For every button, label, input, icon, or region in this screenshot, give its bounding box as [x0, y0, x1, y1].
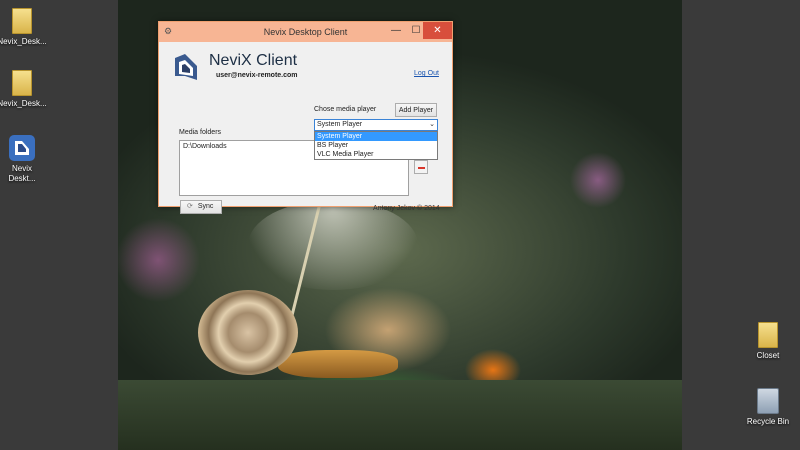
nevix-app-icon: [9, 135, 35, 161]
desktop-icon-nevix-app[interactable]: Nevix Deskt...: [0, 135, 54, 184]
player-option-vlc-media-player[interactable]: VLC Media Player: [315, 150, 437, 159]
desktop-icon-label: Nevix_Desk...: [0, 37, 47, 46]
window-titlebar[interactable]: ⚙ Nevix Desktop Client — ☐ ✕: [159, 22, 452, 42]
copyright-text: Antony Jekov © 2014: [373, 205, 440, 212]
chevron-down-icon: ⌄: [429, 121, 435, 128]
minimize-button[interactable]: —: [385, 22, 407, 39]
media-player-label: Chose media player: [314, 106, 377, 113]
folder-icon: [12, 8, 32, 34]
desktop-icon-label: Recycle Bin: [746, 417, 790, 426]
media-player-select[interactable]: System Player ⌄: [314, 119, 438, 131]
user-email: user@nevix-remote.com: [216, 72, 298, 79]
wallpaper-water: [118, 380, 682, 450]
minus-icon: [418, 167, 425, 169]
wallpaper-snail-shell: [198, 290, 298, 375]
add-player-button[interactable]: Add Player: [395, 103, 437, 117]
remove-folder-button[interactable]: [414, 160, 428, 174]
desktop-icon-label: Nevix_Desk...: [0, 99, 47, 108]
nevix-logo-icon: [171, 52, 201, 82]
desktop-icon-label: Nevix Deskt...: [8, 164, 36, 183]
app-name-heading: NeviX Client: [209, 52, 298, 69]
media-folders-label: Media folders: [179, 129, 222, 136]
wallpaper-snail-body: [278, 350, 398, 378]
desktop-icon-label: Closet: [756, 351, 780, 360]
media-player-selected-value: System Player: [317, 121, 363, 128]
desktop-icon-nevix-folder-2[interactable]: Nevix_Desk...: [0, 70, 54, 109]
player-option-system-player[interactable]: System Player: [315, 132, 437, 141]
wallpaper-dandelion: [248, 200, 418, 290]
folder-icon: [758, 322, 778, 348]
sync-button-label: Sync: [197, 203, 214, 210]
desktop-icon-recycle-bin[interactable]: Recycle Bin: [736, 388, 800, 427]
close-button[interactable]: ✕: [423, 22, 452, 39]
logout-link[interactable]: Log Out: [414, 70, 439, 77]
sync-button[interactable]: ⟳ Sync: [180, 200, 222, 214]
sync-icon: ⟳: [187, 203, 193, 210]
recycle-bin-icon: [757, 388, 779, 414]
player-option-bs-player[interactable]: BS Player: [315, 141, 437, 150]
nevix-client-window: ⚙ Nevix Desktop Client — ☐ ✕ NeviX Clien…: [158, 21, 453, 214]
desktop-icon-nevix-folder-1[interactable]: Nevix_Desk...: [0, 8, 54, 47]
media-player-dropdown-list: System Player BS Player VLC Media Player: [314, 131, 438, 160]
desktop-icon-closet[interactable]: Closet: [736, 322, 800, 361]
folder-icon: [12, 70, 32, 96]
window-client-area: NeviX Client user@nevix-remote.com Log O…: [159, 42, 452, 214]
